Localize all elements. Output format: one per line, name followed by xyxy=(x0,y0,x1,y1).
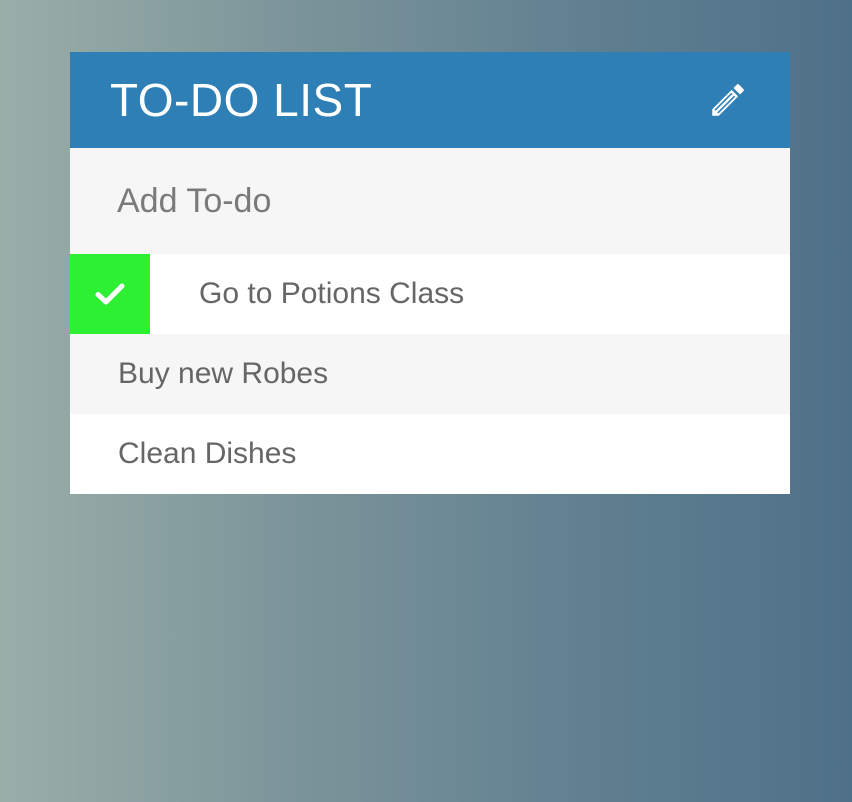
todo-item[interactable]: Buy new Robes xyxy=(70,334,790,414)
todo-item[interactable]: Clean Dishes xyxy=(70,414,790,494)
complete-checkbox[interactable] xyxy=(70,254,150,334)
todo-item[interactable]: Go to Potions Class xyxy=(70,254,790,334)
add-todo-input[interactable] xyxy=(70,180,790,222)
page-title: TO-DO LIST xyxy=(110,74,373,126)
todo-label: Buy new Robes xyxy=(118,357,329,390)
todo-label: Go to Potions Class xyxy=(199,277,465,310)
todo-card: TO-DO LIST Go to Potions Class Buy new R… xyxy=(70,52,790,494)
edit-toggle-button[interactable] xyxy=(706,78,750,122)
pencil-icon xyxy=(712,84,744,116)
todo-header: TO-DO LIST xyxy=(70,52,790,148)
add-todo-row xyxy=(70,148,790,254)
checkmark-icon xyxy=(95,283,125,305)
todo-label: Clean Dishes xyxy=(118,437,297,470)
